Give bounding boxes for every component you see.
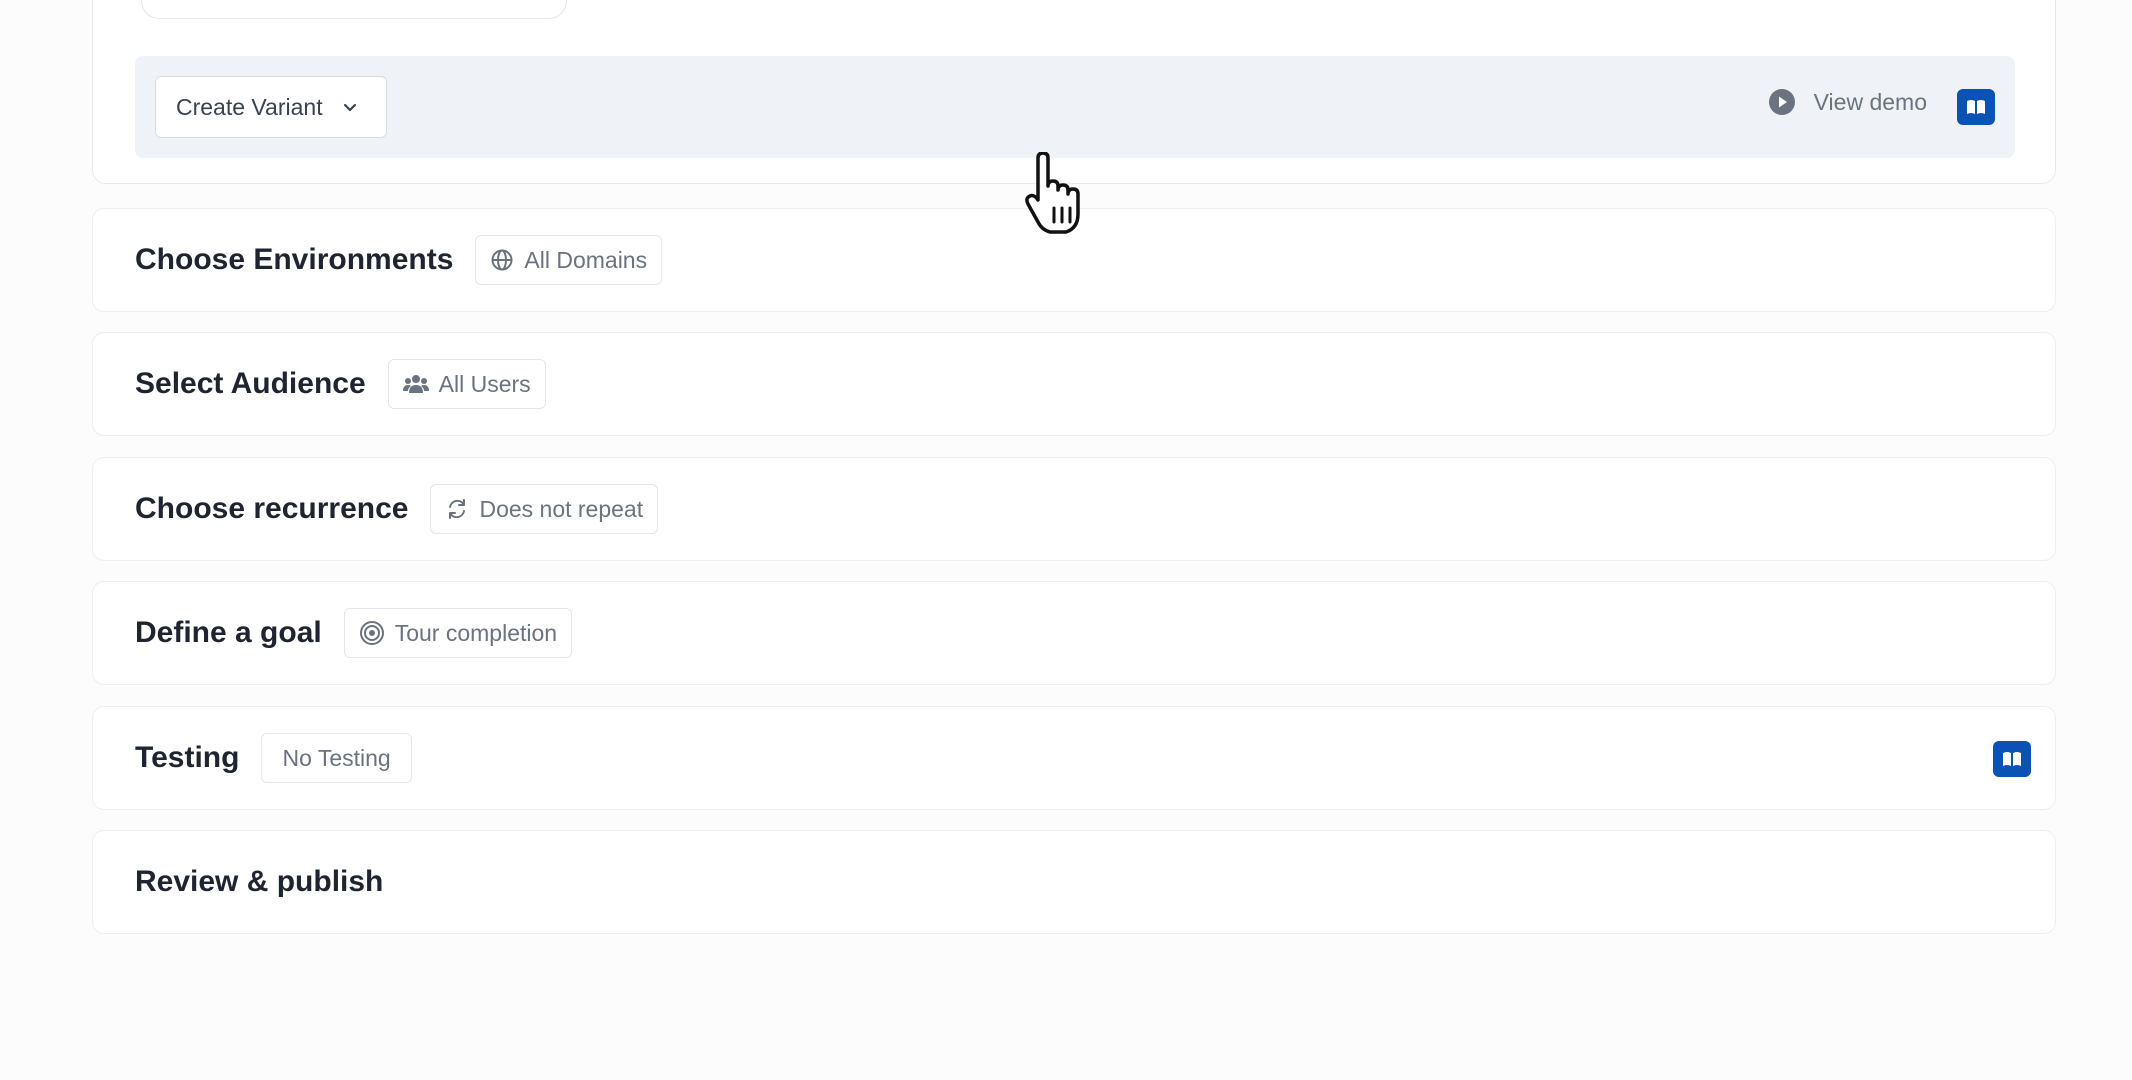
target-icon	[359, 621, 384, 645]
view-demo-label: View demo	[1813, 88, 1927, 115]
chip-label: Tour completion	[394, 619, 558, 646]
step-title: Review & publish	[135, 865, 384, 898]
variants-card: Create Variant View demo	[92, 0, 2056, 184]
step-choose-environments[interactable]: Choose Environments All Domains	[92, 208, 2056, 312]
audience-chip[interactable]: All Users	[387, 359, 546, 409]
chevron-down-icon	[343, 103, 356, 112]
docs-button[interactable]	[1957, 89, 1995, 125]
chip-label: All Users	[438, 370, 531, 397]
globe-icon	[491, 249, 513, 271]
testing-chip[interactable]: No Testing	[261, 733, 412, 783]
goal-chip[interactable]: Tour completion	[343, 608, 573, 658]
step-testing[interactable]: Testing No Testing	[92, 706, 2056, 810]
step-select-audience[interactable]: Select Audience All Users	[92, 332, 2056, 436]
step-choose-recurrence[interactable]: Choose recurrence Does not repeat	[92, 457, 2056, 561]
testing-docs-button[interactable]	[1993, 741, 2031, 777]
step-title: Select Audience	[135, 367, 366, 400]
step-title: Testing	[135, 741, 240, 774]
chip-label: All Domains	[524, 246, 648, 273]
create-variant-label: Create Variant	[176, 93, 323, 120]
step-title: Choose Environments	[135, 243, 454, 276]
recurrence-chip[interactable]: Does not repeat	[430, 484, 659, 534]
partial-input[interactable]	[141, 0, 567, 19]
step-title: Define a goal	[135, 616, 322, 649]
environment-chip[interactable]: All Domains	[475, 235, 663, 285]
create-variant-dropdown[interactable]: Create Variant	[155, 76, 387, 138]
play-icon	[1768, 89, 1795, 115]
step-title: Choose recurrence	[135, 492, 409, 525]
step-review-publish[interactable]: Review & publish	[92, 830, 2056, 934]
chip-label: Does not repeat	[479, 495, 644, 522]
book-icon	[2003, 752, 2021, 766]
book-icon	[1967, 100, 1985, 114]
repeat-icon	[449, 499, 466, 519]
variant-bar: Create Variant View demo	[135, 56, 2015, 158]
page: Create Variant View demo Choose Environm…	[0, 0, 2132, 1080]
chip-label: No Testing	[282, 744, 391, 771]
users-icon	[402, 375, 429, 393]
step-define-goal[interactable]: Define a goal Tour completion	[92, 581, 2056, 685]
view-demo-link[interactable]: View demo	[1768, 88, 1927, 116]
